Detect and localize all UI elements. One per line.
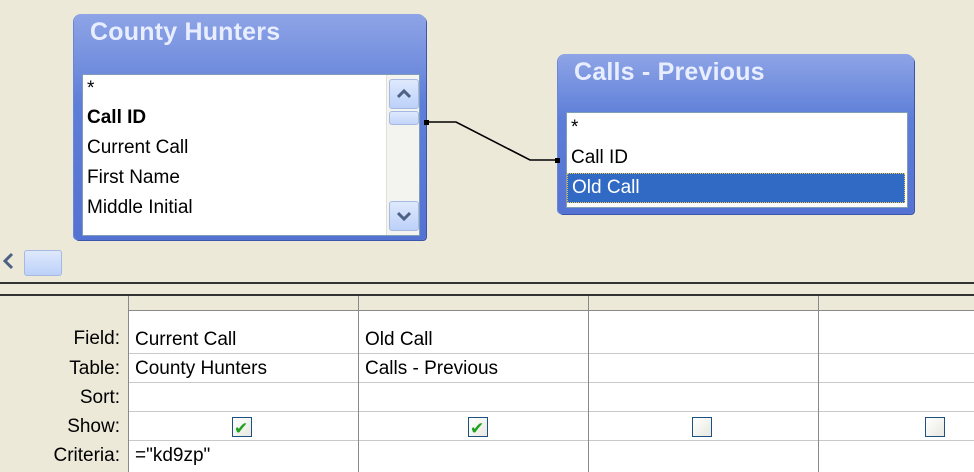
grid-column-3[interactable] [588,296,819,472]
column-selector[interactable] [129,296,359,311]
column-selector[interactable] [359,296,589,311]
sort-cell[interactable] [359,383,589,412]
show-cell [819,412,974,441]
column-selector[interactable] [819,296,974,311]
table-pane: County Hunters * Call ID Current Call Fi… [0,0,974,282]
show-checkbox[interactable] [925,417,945,437]
show-cell [129,412,359,441]
show-cell [589,412,819,441]
sort-cell[interactable] [819,383,974,412]
field-cell[interactable]: Old Call [359,325,589,354]
field-cell[interactable] [819,325,974,354]
table-cell[interactable]: Calls - Previous [359,354,589,383]
scroll-thumb[interactable] [24,250,62,276]
query-design-grid: Field: Table: Sort: Show: Criteria: Curr… [0,296,974,472]
criteria-cell[interactable] [359,441,589,470]
row-label-sort: Sort: [79,387,120,408]
row-label-show: Show: [67,416,120,437]
sort-cell[interactable] [589,383,819,412]
field-cell[interactable] [589,325,819,354]
table-cell[interactable] [819,354,974,383]
sort-cell[interactable] [129,383,359,412]
join-line[interactable] [0,0,974,282]
row-label-criteria: Criteria: [53,445,120,466]
field-cell[interactable]: Current Call [129,325,359,354]
grid-column-2[interactable]: Old Call Calls - Previous [358,296,589,472]
column-selector[interactable] [589,296,819,311]
show-checkbox[interactable] [232,415,252,440]
show-checkbox[interactable] [468,415,488,440]
horizontal-scrollbar[interactable] [0,246,80,276]
criteria-cell[interactable]: ="kd9zp" [129,441,359,470]
pane-splitter[interactable] [0,282,974,296]
chevron-left-icon[interactable] [2,252,20,272]
table-cell[interactable] [589,354,819,383]
row-label-field: Field: [73,328,120,349]
table-cell[interactable]: County Hunters [129,354,359,383]
grid-column-4[interactable] [818,296,974,472]
show-cell [359,412,589,441]
grid-column-1[interactable]: Current Call County Hunters ="kd9zp" [128,296,359,472]
criteria-cell[interactable] [819,441,974,470]
criteria-cell[interactable] [589,441,819,470]
row-labels: Field: Table: Sort: Show: Criteria: [0,296,128,472]
row-label-table: Table: [69,358,120,379]
show-checkbox[interactable] [692,417,712,437]
